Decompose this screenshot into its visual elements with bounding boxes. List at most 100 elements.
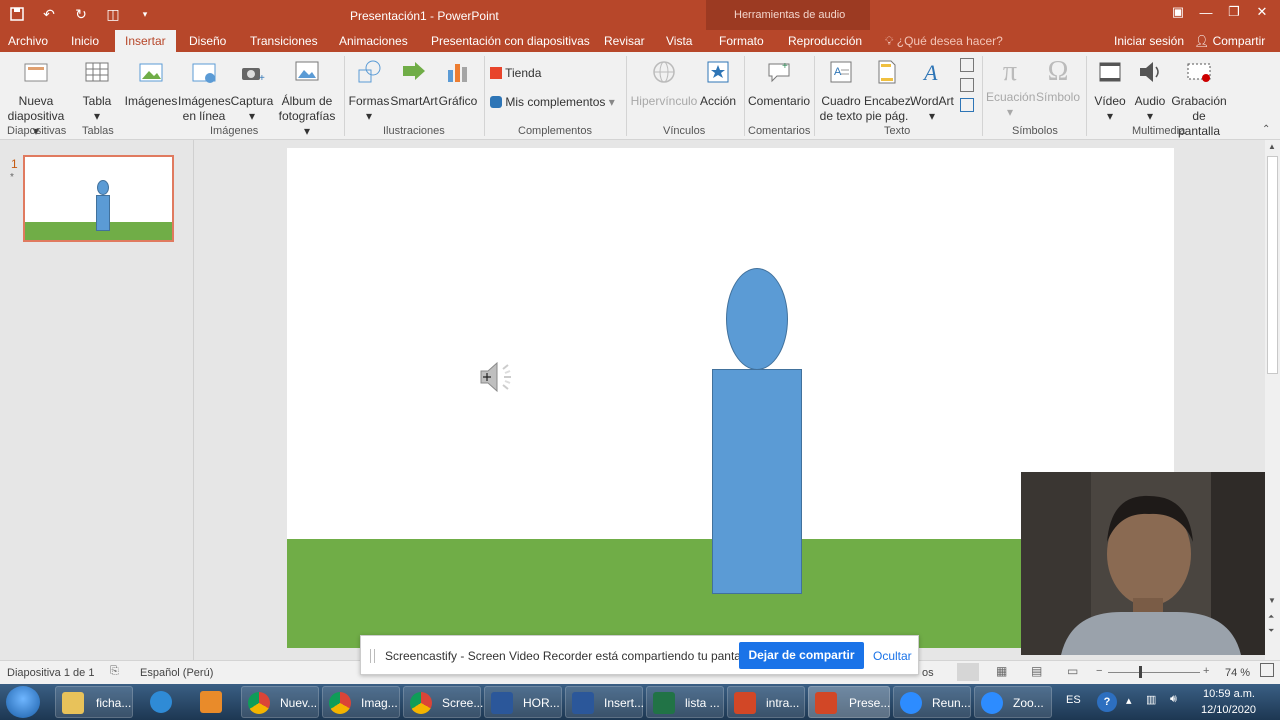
- language-status[interactable]: Español (Perú): [140, 667, 213, 679]
- fit-slide-icon[interactable]: [1260, 663, 1274, 677]
- action-button[interactable]: Acción: [698, 52, 738, 109]
- head-oval[interactable]: [726, 268, 788, 370]
- chart-button[interactable]: Gráfico: [438, 52, 478, 109]
- comment-button[interactable]: + Comentario: [748, 52, 810, 109]
- zoom-level[interactable]: 74 %: [1225, 667, 1250, 679]
- share-button[interactable]: 👤︎ Compartir: [1194, 34, 1265, 48]
- taskbar-chrome-3[interactable]: Scree...: [403, 686, 483, 718]
- object-icon[interactable]: [960, 98, 974, 112]
- tab-presentacion[interactable]: Presentación con diapositivas: [431, 34, 590, 48]
- minimize-icon[interactable]: —: [1192, 2, 1220, 22]
- taskbar-media[interactable]: [194, 686, 228, 718]
- zoom-in-icon[interactable]: +: [1203, 665, 1209, 677]
- taskbar-powerpoint-2[interactable]: Prese...: [808, 686, 890, 718]
- help-icon[interactable]: ?: [1097, 692, 1117, 712]
- my-addins-button[interactable]: Mis complementos ▾: [490, 95, 615, 110]
- show-hidden-icons[interactable]: ▴: [1126, 694, 1132, 707]
- taskbar-zoom-app[interactable]: Zoo...: [974, 686, 1052, 718]
- tab-revisar[interactable]: Revisar: [604, 34, 645, 48]
- vertical-scrollbar[interactable]: ▲ ▼ ⏶ ⏷: [1265, 140, 1280, 660]
- collapse-ribbon-icon[interactable]: ⌃: [1262, 124, 1270, 135]
- tab-diseno[interactable]: Diseño: [189, 34, 226, 48]
- slide-sorter-icon[interactable]: ▦: [996, 664, 1007, 678]
- screen-recording-icon: [1187, 63, 1211, 82]
- taskbar-chrome-1[interactable]: Nuev...: [241, 686, 319, 718]
- body-rectangle[interactable]: [712, 369, 802, 594]
- online-images-button[interactable]: Imágenes en línea: [178, 52, 231, 124]
- wordart-button[interactable]: A WordArt ▾: [910, 52, 954, 124]
- images-button[interactable]: Imágenes: [124, 52, 178, 109]
- audio-speaker-icon[interactable]: [477, 356, 521, 398]
- audio-button[interactable]: Audio ▾: [1130, 52, 1170, 124]
- slide-number-icon[interactable]: [960, 78, 974, 92]
- symbol-button[interactable]: Ω Símbolo: [1036, 52, 1080, 105]
- smartart-button[interactable]: SmartArt: [390, 52, 438, 109]
- textbox-label-1: Cuadro: [821, 94, 861, 108]
- stop-sharing-button[interactable]: Dejar de compartir: [739, 642, 864, 669]
- hyperlink-button[interactable]: Hipervínculo: [630, 52, 698, 109]
- zoom-slider-thumb[interactable]: [1139, 666, 1142, 678]
- start-button[interactable]: [6, 686, 40, 718]
- tab-inicio[interactable]: Inicio: [71, 34, 99, 48]
- taskbar-ie[interactable]: [144, 686, 182, 718]
- slide-thumbnail[interactable]: [23, 155, 174, 242]
- previous-slide-icon[interactable]: ⏶: [1268, 612, 1274, 622]
- taskbar-explorer[interactable]: ficha...: [55, 686, 133, 718]
- tab-vista[interactable]: Vista: [666, 34, 692, 48]
- present-from-start-icon[interactable]: ◫: [102, 3, 124, 25]
- zoom-slider[interactable]: [1108, 672, 1200, 673]
- taskbar-word-2[interactable]: Insert...: [565, 686, 644, 718]
- clock-time[interactable]: 10:59 a.m.: [1203, 688, 1255, 700]
- shapes-button[interactable]: Formas ▾: [348, 52, 390, 124]
- tab-reproduccion[interactable]: Reproducción: [788, 34, 862, 48]
- tell-me-box[interactable]: 💡︎ ¿Qué desea hacer?: [885, 34, 1003, 49]
- group-label-text: Texto: [884, 125, 911, 137]
- powerpoint-icon: [815, 692, 837, 714]
- undo-icon[interactable]: ↶: [38, 3, 60, 25]
- slideshow-icon[interactable]: ▭: [1067, 664, 1078, 678]
- table-button[interactable]: Tabla ▾: [80, 52, 114, 124]
- scroll-thumb[interactable]: [1267, 156, 1278, 374]
- tab-animaciones[interactable]: Animaciones: [339, 34, 408, 48]
- scroll-up-icon[interactable]: ▲: [1268, 142, 1276, 151]
- ribbon-display-options-icon[interactable]: ▣: [1164, 2, 1192, 22]
- network-icon[interactable]: ▥: [1146, 693, 1156, 706]
- drag-handle-icon[interactable]: [370, 649, 375, 663]
- sign-in-link[interactable]: Iniciar sesión: [1114, 34, 1184, 48]
- header-footer-button[interactable]: Encabez. pie pág.: [864, 52, 914, 124]
- redo-icon[interactable]: ↻: [70, 3, 92, 25]
- input-language[interactable]: ES: [1066, 694, 1081, 706]
- hide-link[interactable]: Ocultar: [873, 649, 912, 663]
- scroll-down-icon[interactable]: ▼: [1268, 596, 1276, 605]
- customize-qat-icon[interactable]: ▾: [134, 3, 156, 25]
- textbox-button[interactable]: A Cuadro de texto: [818, 52, 864, 124]
- close-icon[interactable]: ✕: [1248, 2, 1276, 22]
- taskbar-word-1[interactable]: HOR...: [484, 686, 562, 718]
- clock-date[interactable]: 12/10/2020: [1201, 704, 1256, 716]
- reading-view-icon[interactable]: ▤: [1031, 664, 1042, 678]
- taskbar-chrome-2[interactable]: Imag...: [322, 686, 400, 718]
- equation-button[interactable]: π Ecuación ▾: [986, 52, 1035, 120]
- date-time-icon[interactable]: [960, 58, 974, 72]
- taskbar-zoom-meeting[interactable]: Reun...: [893, 686, 971, 718]
- tab-formato[interactable]: Formato: [719, 34, 764, 48]
- video-button[interactable]: Vídeo ▾: [1090, 52, 1130, 124]
- restore-icon[interactable]: ❐: [1220, 2, 1248, 22]
- normal-view-icon[interactable]: [957, 663, 979, 681]
- tab-transiciones[interactable]: Transiciones: [250, 34, 318, 48]
- next-slide-icon[interactable]: ⏷: [1268, 626, 1274, 636]
- tab-insertar[interactable]: Insertar: [115, 30, 176, 52]
- share-label: Compartir: [1212, 34, 1266, 48]
- notes-button[interactable]: os: [922, 667, 934, 679]
- volume-icon[interactable]: 🔊︎: [1170, 693, 1177, 706]
- photo-album-button[interactable]: Álbum de fotografías ▾: [274, 52, 340, 139]
- save-icon[interactable]: [6, 3, 28, 25]
- taskbar-powerpoint-1[interactable]: intra...: [727, 686, 805, 718]
- spellcheck-icon[interactable]: ⎘: [110, 665, 119, 678]
- taskbar-excel[interactable]: lista ...: [646, 686, 724, 718]
- zoom-out-icon[interactable]: −: [1096, 665, 1102, 677]
- chrome-icon: [329, 692, 351, 714]
- store-button[interactable]: Tienda: [490, 66, 541, 81]
- tab-archivo[interactable]: Archivo: [8, 34, 48, 48]
- screenshot-button[interactable]: + Captura ▾: [230, 52, 274, 124]
